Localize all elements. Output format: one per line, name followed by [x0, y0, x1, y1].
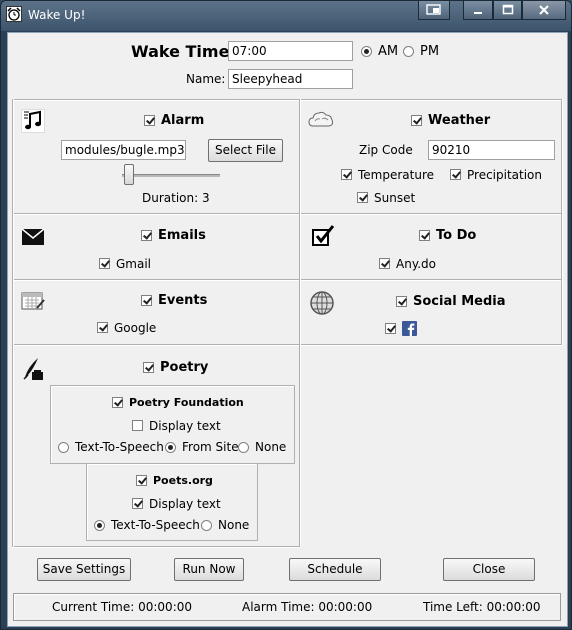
foundation-from-site-label: From Site: [182, 440, 239, 454]
precipitation-checkbox[interactable]: [450, 169, 461, 180]
poets-tts-label: Text-To-Speech: [111, 518, 200, 532]
temperature-checkbox[interactable]: [341, 169, 352, 180]
quill-pen-icon: [23, 358, 43, 380]
poetry-checkbox[interactable]: [143, 362, 154, 373]
checkbox-icon: [312, 225, 335, 246]
foundation-tts-radio[interactable]: [58, 442, 69, 453]
divider: [561, 99, 563, 345]
events-label: Events: [158, 293, 208, 308]
poets-org-checkbox[interactable]: [136, 475, 147, 486]
main-panel: Wake Time: 07:00 AM PM Name: Sleepyhead …: [7, 32, 568, 627]
status-bar: Current Time: 00:00:00 Alarm Time: 00:00…: [13, 593, 561, 621]
facebook-checkbox[interactable]: [385, 323, 396, 334]
select-file-button[interactable]: Select File: [208, 139, 283, 162]
poets-none-label: None: [218, 518, 250, 532]
wake-time-label: Wake Time:: [131, 42, 236, 61]
divider: [12, 279, 562, 281]
foundation-tts-label: Text-To-Speech: [75, 440, 164, 454]
time-left-text: Time Left: 00:00:00: [423, 600, 541, 614]
foundation-none-radio[interactable]: [238, 442, 249, 453]
save-settings-button[interactable]: Save Settings: [37, 558, 131, 581]
social-media-checkbox[interactable]: [396, 296, 407, 307]
alarm-label: Alarm: [161, 113, 205, 128]
name-input[interactable]: Sleepyhead: [228, 69, 353, 89]
foundation-display-text-label: Display text: [149, 419, 221, 433]
poets-display-text-label: Display text: [149, 497, 221, 511]
sunset-checkbox[interactable]: [357, 192, 368, 203]
poets-display-text-checkbox[interactable]: [132, 498, 143, 509]
app-window: Wake Up! Wake Time: 07:00 AM PM Name: Sl…: [0, 0, 572, 630]
title-bar[interactable]: Wake Up!: [1, 1, 571, 31]
anydo-checkbox[interactable]: [379, 258, 390, 269]
close-window-icon[interactable]: [522, 1, 566, 20]
current-time-text: Current Time: 00:00:00: [52, 600, 193, 614]
poetry-label: Poetry: [160, 360, 209, 375]
am-label: AM: [378, 44, 399, 59]
divider: [12, 99, 14, 547]
envelope-icon: [21, 228, 45, 245]
globe-icon: [310, 291, 334, 315]
foundation-from-site-radio[interactable]: [165, 442, 176, 453]
maximize-icon[interactable]: [493, 1, 522, 20]
zip-code-input[interactable]: 90210: [428, 140, 555, 160]
close-button[interactable]: Close: [443, 558, 535, 581]
divider: [12, 99, 562, 101]
zip-code-label: Zip Code: [359, 143, 413, 157]
google-checkbox[interactable]: [97, 322, 108, 333]
divider: [299, 99, 301, 547]
minimize-icon[interactable]: [463, 1, 493, 20]
google-label: Google: [114, 321, 157, 335]
poetry-foundation-checkbox[interactable]: [112, 397, 123, 408]
divider: [12, 546, 299, 548]
gmail-label: Gmail: [116, 257, 152, 271]
poets-none-radio[interactable]: [201, 520, 212, 531]
restore-icon[interactable]: [418, 1, 450, 20]
divider: [12, 213, 562, 215]
alarm-file-input[interactable]: modules/bugle.mp3: [61, 140, 186, 160]
anydo-label: Any.do: [396, 257, 436, 271]
social-media-label: Social Media: [413, 294, 506, 309]
temperature-label: Temperature: [358, 168, 435, 182]
pm-radio[interactable]: [403, 46, 414, 57]
foundation-none-label: None: [255, 440, 287, 454]
alarm-checkbox[interactable]: [144, 115, 155, 126]
gmail-checkbox[interactable]: [99, 258, 110, 269]
sunset-label: Sunset: [374, 191, 416, 205]
todo-label: To Do: [436, 228, 477, 243]
poets-org-label: Poets.org: [153, 474, 213, 487]
poetry-foundation-label: Poetry Foundation: [129, 396, 244, 409]
window-title: Wake Up!: [28, 8, 86, 22]
emails-checkbox[interactable]: [141, 230, 152, 241]
facebook-icon: [402, 321, 417, 336]
run-now-button[interactable]: Run Now: [174, 558, 244, 581]
schedule-button[interactable]: Schedule: [289, 558, 381, 581]
calendar-icon: [21, 292, 45, 310]
duration-slider-track[interactable]: [122, 174, 220, 177]
weather-checkbox[interactable]: [411, 115, 422, 126]
foundation-display-text-checkbox[interactable]: [132, 420, 143, 431]
emails-label: Emails: [158, 228, 206, 243]
events-checkbox[interactable]: [141, 295, 152, 306]
music-note-icon: [21, 109, 45, 133]
precipitation-label: Precipitation: [467, 168, 543, 182]
wake-time-input[interactable]: 07:00: [228, 41, 353, 61]
alarm-time-text: Alarm Time: 00:00:00: [242, 600, 373, 614]
am-radio[interactable]: [361, 46, 372, 57]
duration-label: Duration: 3: [142, 191, 210, 205]
weather-label: Weather: [428, 113, 491, 128]
divider: [12, 344, 562, 346]
name-label: Name:: [186, 72, 226, 86]
poets-tts-radio[interactable]: [94, 520, 105, 531]
cloud-icon: [308, 111, 334, 127]
alarm-clock-icon: [6, 6, 22, 22]
duration-slider-thumb[interactable]: [124, 164, 134, 185]
pm-label: PM: [420, 44, 440, 59]
todo-checkbox[interactable]: [419, 230, 430, 241]
